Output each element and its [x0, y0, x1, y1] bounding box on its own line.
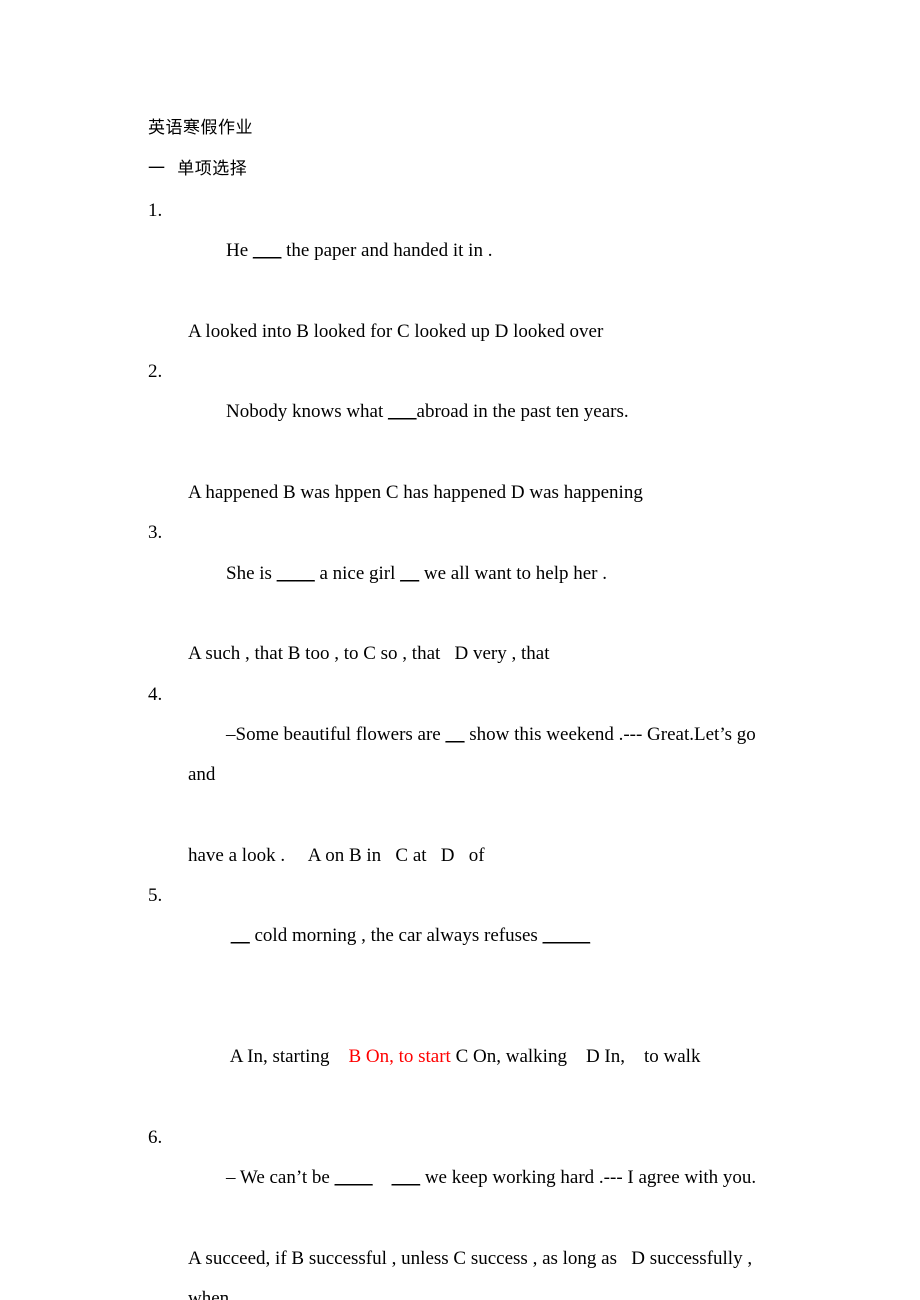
answer-blank-2: __	[400, 562, 420, 584]
question-options: A In, starting B On, to start C On, walk…	[148, 997, 772, 1118]
option-a: A In, starting	[226, 1046, 349, 1068]
page-title: 英语寒假作业	[148, 118, 253, 138]
question-item: 4. –Some beautiful flowers are __ show th…	[148, 675, 772, 876]
question-number: 4.	[148, 683, 163, 705]
answer-blank-2: ___	[391, 1167, 421, 1189]
question-options: A such , that B too , to C so , that D v…	[188, 643, 550, 665]
answer-blank-2: _____	[542, 925, 591, 947]
question-options: A happened B was hppen C has happened D …	[188, 482, 643, 504]
question-options: have a look . A on B in C at D of	[188, 844, 485, 866]
answer-blank: __	[230, 925, 250, 947]
question-number: 2.	[148, 361, 163, 383]
question-item: 6. – We can’t be ____ ___ we keep working…	[148, 1118, 772, 1300]
question-stem: 1. He ___ the paper and handed it in .	[148, 191, 772, 312]
question-stem: 4. –Some beautiful flowers are __ show th…	[148, 675, 772, 836]
question-number: 1.	[148, 200, 163, 221]
question-item: 5. __ cold morning , the car always refu…	[148, 876, 772, 1118]
question-options-wrap: when	[188, 1288, 230, 1300]
question-options: A succeed, if B successful , unless C su…	[188, 1247, 753, 1269]
question-options: A looked into B looked for C looked up D…	[188, 320, 604, 342]
answer-blank: ___	[252, 240, 282, 262]
question-number: 5.	[148, 885, 163, 907]
answer-blank: ____	[334, 1167, 373, 1189]
stem-text-mid	[373, 1167, 392, 1188]
stem-text-post: the paper and handed it in .	[281, 240, 493, 262]
stem-text-pre: She is	[226, 562, 277, 584]
option-c-d: C On, walking D In, to walk	[450, 1046, 701, 1068]
section-heading-single-choice: 一 单项选择	[148, 159, 248, 179]
question-stem: 3. She is ____ a nice girl __ we all want…	[148, 513, 772, 634]
stem-text-post: cold morning , the car always refuses	[249, 925, 543, 947]
document-body: 英语寒假作业 一 单项选择 1. He ___ the paper and han…	[148, 108, 772, 1300]
question-item: 3. She is ____ a nice girl __ we all want…	[148, 513, 772, 674]
question-stem: 5. __ cold morning , the car always refu…	[148, 876, 772, 997]
answer-blank: __	[445, 723, 465, 745]
document-page: 英语寒假作业 一 单项选择 1. He ___ the paper and han…	[0, 0, 920, 1300]
stem-text-pre: He	[226, 240, 253, 262]
stem-text-pre: –Some beautiful flowers are	[226, 723, 446, 745]
question-number: 3.	[148, 522, 163, 544]
question-item: 2. Nobody knows what ___abroad in the pas…	[148, 352, 772, 513]
stem-text-mid: a nice girl	[314, 562, 401, 584]
answer-blank: ___	[388, 401, 417, 423]
answer-blank: ____	[276, 562, 315, 584]
stem-text-pre: Nobody knows what	[226, 401, 389, 423]
question-item: 1. He ___ the paper and handed it in . A …	[148, 191, 772, 352]
stem-text-post: abroad in the past ten years.	[416, 401, 629, 423]
stem-text-post: we all want to help her .	[419, 562, 607, 584]
marked-answer-option-b: B On, to start	[348, 1046, 451, 1068]
stem-text-pre: – We can’t be	[226, 1167, 335, 1189]
question-stem: 2. Nobody knows what ___abroad in the pas…	[148, 352, 772, 473]
question-number: 6.	[148, 1126, 163, 1148]
question-stem: 6. – We can’t be ____ ___ we keep working…	[148, 1118, 772, 1239]
stem-text-post: we keep working hard .--- I agree with y…	[420, 1167, 757, 1189]
